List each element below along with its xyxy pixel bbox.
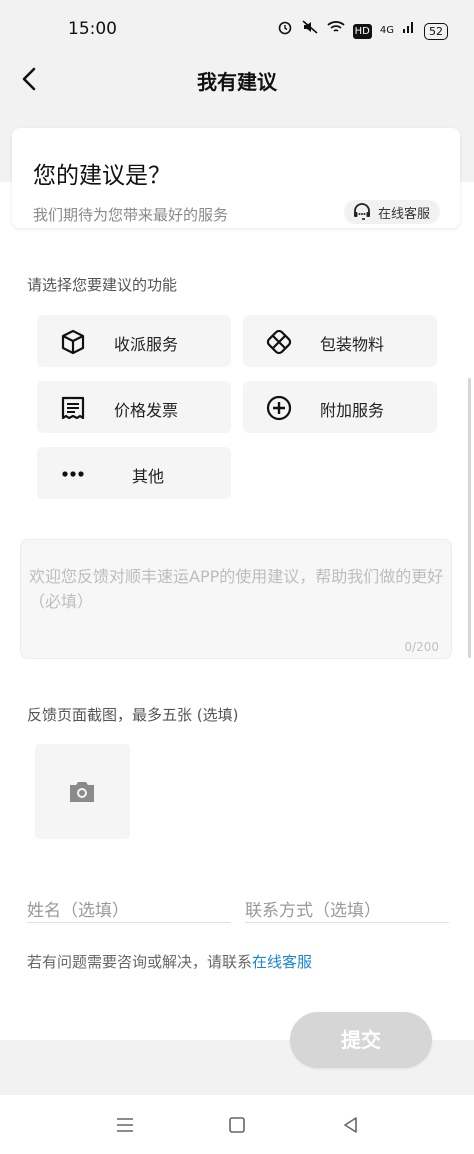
page-title: 我有建议 <box>197 70 277 94</box>
submit-button[interactable]: 提交 <box>290 1012 432 1068</box>
character-counter: 0/200 <box>404 640 439 654</box>
packaging-icon <box>266 329 292 355</box>
function-option-other[interactable]: 其他 <box>37 447 231 499</box>
mute-icon <box>301 19 319 43</box>
function-option-packaging[interactable]: 包装物料 <box>243 315 437 367</box>
home-button[interactable] <box>222 1110 252 1140</box>
function-option-label: 其他 <box>132 467 165 486</box>
status-icons: HD 4G 52 <box>277 19 448 43</box>
contact-input[interactable]: 联系方式（选填） <box>245 896 449 923</box>
headset-icon <box>353 203 370 220</box>
wifi-icon <box>327 19 345 43</box>
back-nav-button[interactable] <box>336 1110 366 1140</box>
function-option-additional-services[interactable]: 附加服务 <box>243 381 437 433</box>
system-nav-bar <box>0 1096 474 1154</box>
function-option-label: 收派服务 <box>114 335 179 354</box>
status-time: 15:00 <box>68 19 117 39</box>
function-section-label: 请选择您要建议的功能 <box>27 276 178 294</box>
receipt-icon <box>61 396 85 420</box>
battery-indicator: 52 <box>424 22 448 40</box>
square-icon <box>229 1117 245 1133</box>
function-option-label: 价格发票 <box>114 401 179 420</box>
screenshots-label: 反馈页面截图，最多五张 (选填) <box>27 706 239 724</box>
more-dots-icon <box>62 471 84 477</box>
hd-icon: HD <box>352 23 372 39</box>
network-type: 4G <box>379 25 394 36</box>
feedback-placeholder: 欢迎您反馈对顺丰速运APP的使用建议，帮助我们做的更好（必填） <box>29 567 444 611</box>
menu-icon <box>117 1118 133 1132</box>
online-service-link[interactable]: 在线客服 <box>252 953 312 971</box>
triangle-back-icon <box>344 1117 357 1133</box>
function-option-price-invoice[interactable]: 价格发票 <box>37 381 231 433</box>
intro-subtitle: 我们期待为您带来最好的服务 <box>33 206 229 224</box>
function-option-pickup-delivery[interactable]: 收派服务 <box>37 315 231 367</box>
menu-button[interactable] <box>110 1110 140 1140</box>
scrollbar[interactable] <box>468 378 471 658</box>
intro-card: 您的建议是？ 我们期待为您带来最好的服务 在线客服 <box>12 128 460 228</box>
intro-title: 您的建议是？ <box>33 163 171 189</box>
online-service-button[interactable]: 在线客服 <box>343 200 440 224</box>
function-option-label: 包装物料 <box>320 335 385 354</box>
online-service-label: 在线客服 <box>377 206 430 222</box>
name-input[interactable]: 姓名（选填） <box>27 896 231 923</box>
signal-icon <box>402 20 416 42</box>
add-screenshot-button[interactable] <box>35 744 130 839</box>
function-option-label: 附加服务 <box>320 401 385 420</box>
camera-icon <box>70 782 94 802</box>
feedback-textarea[interactable]: 欢迎您反馈对顺丰速运APP的使用建议，帮助我们做的更好（必填） 0/200 <box>20 539 452 659</box>
cube-icon <box>61 329 85 355</box>
contact-note: 若有问题需要咨询或解决，请联系在线客服 <box>27 951 312 972</box>
contact-note-text: 若有问题需要咨询或解决，请联系 <box>27 953 253 971</box>
status-bar: 15:00 HD 4G 52 <box>0 0 474 60</box>
plus-circle-icon <box>266 395 292 421</box>
alarm-icon <box>277 19 293 43</box>
app-header: 我有建议 <box>0 60 474 106</box>
